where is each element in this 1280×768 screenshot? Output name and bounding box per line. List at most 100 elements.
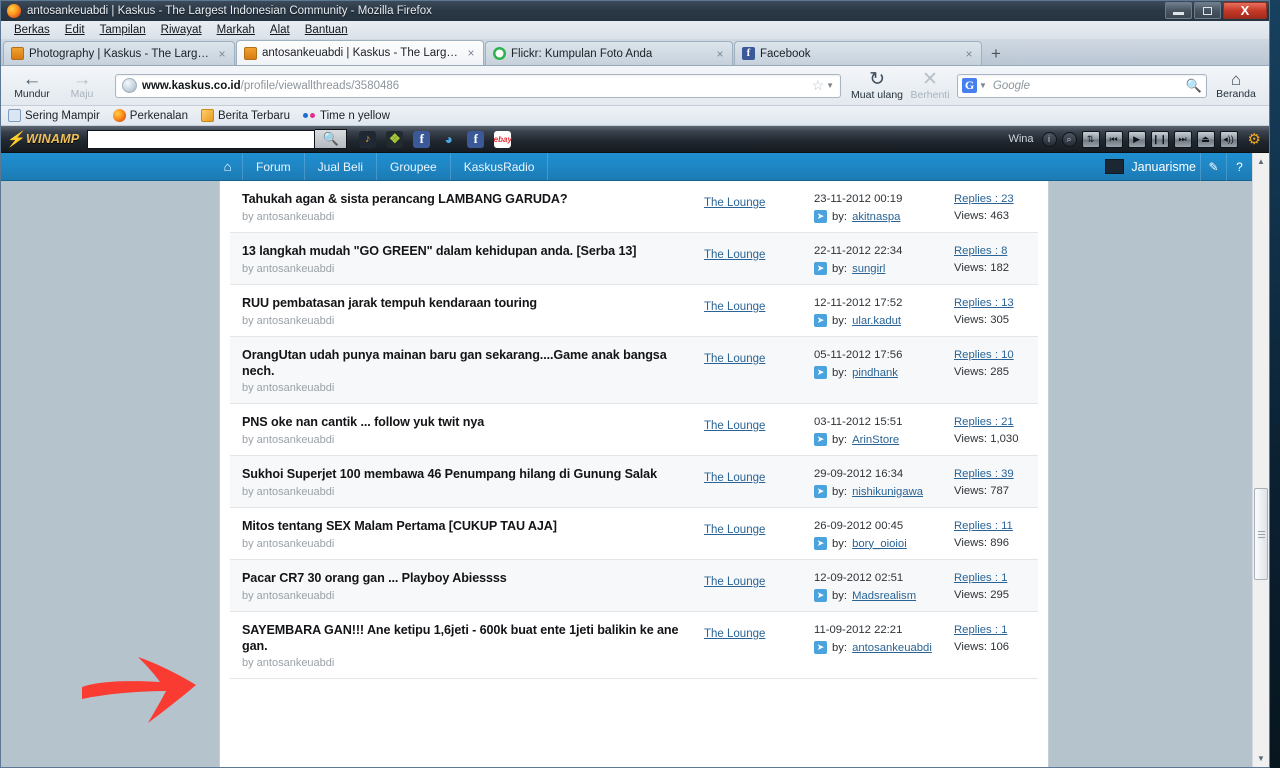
bookmark-star-icon[interactable]: ☆ [812,77,825,94]
bookmark-berita-terbaru[interactable]: Berita Terbaru [200,109,290,122]
minimize-button[interactable] [1165,2,1192,19]
replies-link[interactable]: Replies : 1 [954,624,1007,636]
previous-button[interactable]: ⏮ [1104,130,1123,148]
close-icon[interactable]: × [963,48,975,60]
maximize-button[interactable] [1194,2,1221,19]
pause-button[interactable]: ❙❙ [1150,130,1169,148]
site-nav-kaskusradio[interactable]: KaskusRadio [451,153,549,180]
forum-link[interactable]: The Lounge [704,301,765,313]
last-poster-link[interactable]: pindhank [852,367,898,379]
volume-updown-button[interactable]: ⇅ [1081,130,1100,148]
search-bar[interactable]: G ▼ Google 🔍 [957,73,1207,98]
new-tab-button[interactable]: + [983,43,1009,65]
thread-title[interactable]: OrangUtan udah punya mainan baru gan sek… [242,348,694,379]
close-button[interactable]: X [1223,2,1267,19]
last-poster-link[interactable]: antosankeuabdi [852,642,932,654]
tab-photography[interactable]: Photography | Kaskus - The Largest I... … [3,41,235,65]
goto-last-post-icon[interactable]: ➤ [814,314,827,327]
table-row[interactable]: OrangUtan udah punya mainan baru gan sek… [230,337,1038,404]
table-row[interactable]: 13 langkah mudah "GO GREEN" dalam kehidu… [230,233,1038,285]
goto-last-post-icon[interactable]: ➤ [814,433,827,446]
last-poster-link[interactable]: bory_oioioi [852,538,907,550]
bookmark-sering-mampir[interactable]: Sering Mampir [8,109,100,122]
winamp-shortcut-icon[interactable]: ♪ [359,130,377,148]
replies-link[interactable]: Replies : 11 [954,520,1013,532]
twitter-icon[interactable]: ◕ [440,131,457,148]
reload-button[interactable]: ↻ Muat ulang [851,67,903,105]
last-poster-link[interactable]: sungirl [852,263,885,275]
forward-button[interactable]: → Maju [59,67,105,105]
close-icon[interactable]: × [216,48,228,60]
replies-link[interactable]: Replies : 13 [954,297,1014,309]
forum-link[interactable]: The Lounge [704,420,765,432]
tab-facebook[interactable]: f Facebook × [734,41,982,65]
ebay-icon[interactable]: ebay [494,130,512,148]
site-home-button[interactable]: ⌂ [213,153,243,180]
last-poster-link[interactable]: akitnaspa [852,211,900,223]
last-poster-link[interactable]: ArinStore [852,434,899,446]
menu-riwayat[interactable]: Riwayat [154,22,209,38]
scrollbar-thumb[interactable] [1254,488,1268,580]
menu-berkas[interactable]: Berkas [7,22,57,38]
forum-link[interactable]: The Lounge [704,197,765,209]
winamp-search-input[interactable] [87,129,316,149]
thread-title[interactable]: PNS oke nan cantik ... follow yuk twit n… [242,415,694,431]
menu-edit[interactable]: Edit [58,22,92,38]
scroll-up-button[interactable]: ▲ [1253,153,1269,170]
chevron-down-icon[interactable]: ▼ [826,81,834,90]
gear-icon[interactable]: ⚙ [1248,130,1261,148]
goto-last-post-icon[interactable]: ➤ [814,262,827,275]
menu-bantuan[interactable]: Bantuan [298,22,355,38]
goto-last-post-icon[interactable]: ➤ [814,589,827,602]
facebook-icon[interactable]: f [413,130,431,148]
facebook-icon-2[interactable]: f [467,130,485,148]
winamp-search-button[interactable]: 🔍 [315,129,348,149]
android-icon[interactable]: ❖ [386,130,404,148]
tab-antosankeuabdi[interactable]: antosankeuabdi | Kaskus - The Larges... … [236,40,484,65]
compose-button[interactable]: ✎ [1200,153,1226,181]
bookmark-perkenalan[interactable]: Perkenalan [112,109,188,122]
thread-title[interactable]: Tahukah agan & sista perancang LAMBANG G… [242,192,694,208]
scroll-down-button[interactable]: ▼ [1253,750,1269,767]
close-icon[interactable]: × [465,47,477,59]
stop-button[interactable]: ✕ Berhenti [907,67,953,105]
last-poster-link[interactable]: Madsrealism [852,590,916,602]
goto-last-post-icon[interactable]: ➤ [814,485,827,498]
table-row[interactable]: Mitos tentang SEX Malam Pertama [CUKUP T… [230,508,1038,560]
last-poster-link[interactable]: ular.kadut [852,315,901,327]
last-poster-link[interactable]: nishikunigawa [852,486,923,498]
replies-link[interactable]: Replies : 8 [954,245,1007,257]
table-row[interactable]: SAYEMBARA GAN!!! Ane ketipu 1,6jeti - 60… [230,612,1038,678]
forum-link[interactable]: The Lounge [704,524,765,536]
home-button[interactable]: ⌂ Beranda [1211,71,1261,100]
search-icon[interactable]: ⌕ [1061,131,1077,147]
forum-link[interactable]: The Lounge [704,472,765,484]
volume-button[interactable]: ◂)) [1219,130,1238,148]
chevron-down-icon[interactable]: ▼ [979,81,987,90]
replies-link[interactable]: Replies : 23 [954,193,1014,205]
goto-last-post-icon[interactable]: ➤ [814,641,827,654]
thread-title[interactable]: SAYEMBARA GAN!!! Ane ketipu 1,6jeti - 60… [242,623,694,654]
table-row[interactable]: Pacar CR7 30 orang gan ... Playboy Abies… [230,560,1038,612]
search-input[interactable]: Google [993,80,1186,92]
forum-link[interactable]: The Lounge [704,576,765,588]
page-scrollbar[interactable]: ▲ ▼ [1252,153,1269,767]
site-nav-forum[interactable]: Forum [243,153,305,180]
eject-button[interactable]: ⏏ [1196,130,1215,148]
goto-last-post-icon[interactable]: ➤ [814,537,827,550]
thread-title[interactable]: 13 langkah mudah "GO GREEN" dalam kehidu… [242,244,694,260]
menu-alat[interactable]: Alat [263,22,297,38]
forum-link[interactable]: The Lounge [704,249,765,261]
winamp-logo[interactable]: ⚡ WINAMP [5,131,79,148]
close-icon[interactable]: × [714,48,726,60]
thread-title[interactable]: Mitos tentang SEX Malam Pertama [CUKUP T… [242,519,694,535]
tab-flickr[interactable]: Flickr: Kumpulan Foto Anda × [485,41,733,65]
play-button[interactable]: ▶ [1127,130,1146,148]
search-icon[interactable]: 🔍 [1186,78,1202,94]
forum-link[interactable]: The Lounge [704,628,765,640]
site-nav-jual-beli[interactable]: Jual Beli [305,153,378,180]
goto-last-post-icon[interactable]: ➤ [814,366,827,379]
table-row[interactable]: PNS oke nan cantik ... follow yuk twit n… [230,404,1038,456]
back-button[interactable]: ← Mundur [9,67,55,105]
site-user-menu[interactable]: Januarisme [1105,153,1200,180]
